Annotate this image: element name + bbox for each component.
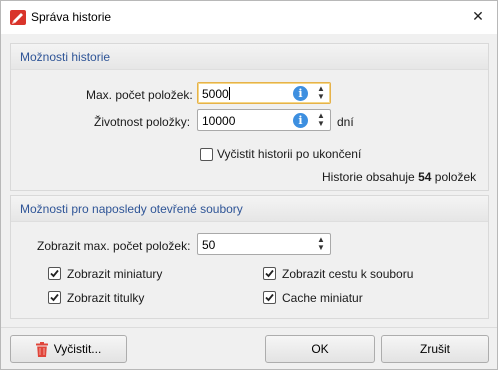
- history-options-group: Možnosti historie Max. počet položek: 50…: [10, 43, 489, 191]
- close-icon: ✕: [472, 9, 484, 25]
- show-max-spinbox[interactable]: 50 ▲ ▼: [197, 233, 331, 255]
- clear-history-button[interactable]: Vyčistit...: [10, 335, 127, 363]
- cache-thumbnails-label: Cache miniatur: [282, 291, 363, 305]
- info-icon[interactable]: i: [293, 86, 308, 101]
- cache-thumbnails-checkbox[interactable]: [263, 291, 276, 304]
- spin-arrows[interactable]: ▲ ▼: [315, 236, 327, 252]
- clear-on-exit-label: Vyčistit historii po ukončení: [217, 147, 362, 161]
- show-max-value: 50: [202, 238, 216, 252]
- chevron-down-icon[interactable]: ▼: [315, 93, 327, 101]
- max-items-spinbox[interactable]: 5000 i ▲ ▼: [197, 82, 331, 104]
- cancel-label: Zrušit: [420, 342, 450, 356]
- lifetime-unit: dní: [337, 115, 354, 129]
- recent-files-header: Možnosti pro naposledy otevřené soubory: [11, 196, 488, 222]
- summary-count: 54: [418, 170, 432, 184]
- history-options-header: Možnosti historie: [11, 44, 488, 70]
- recent-files-title: Možnosti pro naposledy otevřené soubory: [20, 202, 243, 216]
- show-max-label: Zobrazit max. počet položek:: [37, 239, 191, 253]
- trash-icon: [35, 341, 48, 357]
- summary-prefix: Historie obsahuje: [322, 170, 415, 184]
- footer-separator: [1, 327, 497, 328]
- lifetime-value: 10000: [202, 114, 236, 128]
- chevron-down-icon[interactable]: ▼: [315, 244, 327, 252]
- spin-arrows[interactable]: ▲ ▼: [315, 85, 327, 101]
- show-titles-checkbox[interactable]: [48, 291, 61, 304]
- lifetime-spinbox[interactable]: 10000 i ▲ ▼: [197, 109, 331, 131]
- max-items-value: 5000: [202, 87, 229, 101]
- cancel-button[interactable]: Zrušit: [381, 335, 489, 363]
- checkmark-icon: [50, 293, 59, 302]
- show-thumbnails-checkbox[interactable]: [48, 267, 61, 280]
- clear-on-exit-checkbox[interactable]: [200, 148, 213, 161]
- window-title: Správa historie: [31, 10, 112, 24]
- summary-suffix: položek: [434, 170, 477, 184]
- recent-files-group: Možnosti pro naposledy otevřené soubory …: [10, 195, 489, 319]
- close-button[interactable]: ✕: [459, 1, 497, 33]
- max-items-label: Max. počet položek:: [86, 88, 193, 102]
- foxit-phantom-icon: [10, 10, 26, 25]
- ok-label: OK: [311, 342, 329, 356]
- info-icon[interactable]: i: [293, 113, 308, 128]
- show-file-path-checkbox[interactable]: [263, 267, 276, 280]
- show-titles-label: Zobrazit titulky: [67, 291, 145, 305]
- clear-history-label: Vyčistit...: [53, 342, 102, 356]
- title-bar: Správa historie ✕: [1, 1, 497, 34]
- history-manager-dialog: Správa historie ✕ Možnosti historie Max.…: [0, 0, 498, 370]
- chevron-down-icon[interactable]: ▼: [315, 120, 327, 128]
- spin-arrows[interactable]: ▲ ▼: [315, 112, 327, 128]
- ok-button[interactable]: OK: [265, 335, 375, 363]
- text-cursor: [229, 87, 230, 100]
- show-file-path-label: Zobrazit cestu k souboru: [282, 267, 414, 281]
- show-thumbnails-label: Zobrazit miniatury: [67, 267, 163, 281]
- lifetime-label: Životnost položky:: [94, 115, 191, 129]
- history-summary: Historie obsahuje 54 položek: [322, 170, 476, 184]
- checkmark-icon: [50, 269, 59, 278]
- checkmark-icon: [265, 269, 274, 278]
- history-options-title: Možnosti historie: [20, 50, 111, 64]
- checkmark-icon: [265, 293, 274, 302]
